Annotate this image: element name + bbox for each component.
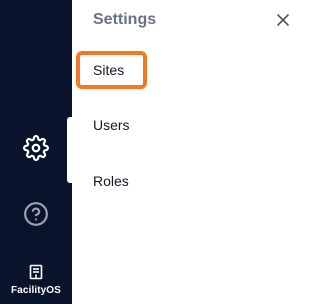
building-logo-icon (29, 264, 43, 280)
panel-title: Settings (93, 11, 157, 28)
close-button[interactable] (275, 12, 291, 28)
help-button[interactable] (18, 196, 54, 232)
settings-panel: Settings Sites Users Roles (72, 0, 307, 304)
menu-item-sites[interactable]: Sites (76, 51, 147, 89)
menu-item-roles[interactable]: Roles (93, 173, 129, 189)
close-icon (277, 14, 289, 26)
sidebar: FacilityOS (0, 0, 72, 304)
help-circle-icon (24, 202, 48, 226)
menu-item-users[interactable]: Users (93, 117, 130, 133)
brand-name: FacilityOS (11, 285, 61, 296)
gear-icon (23, 135, 49, 161)
brand: FacilityOS (0, 264, 72, 300)
settings-button[interactable] (18, 130, 54, 166)
